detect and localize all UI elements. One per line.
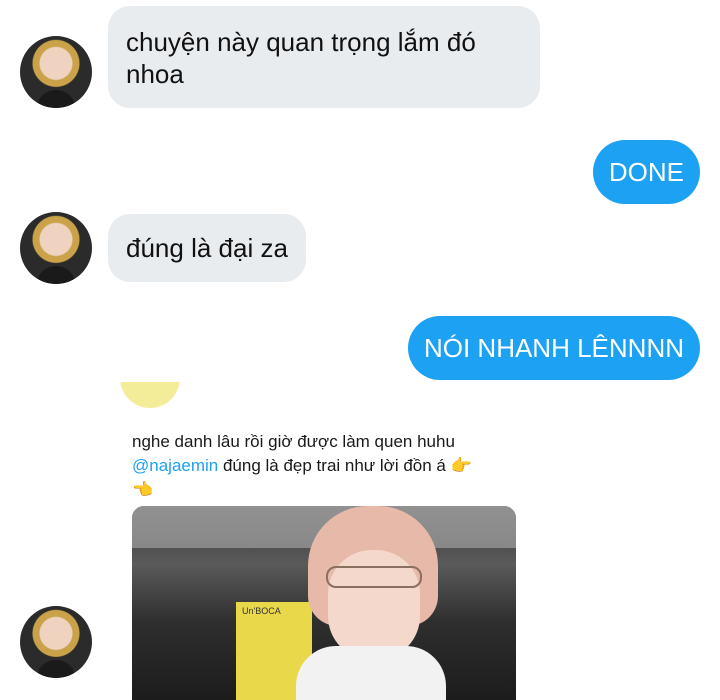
avatar-shirt — [36, 266, 76, 284]
outgoing-message[interactable]: NÓI NHANH LÊNNNN — [407, 316, 700, 380]
tweet-mention-link[interactable]: @najaemin — [132, 456, 218, 475]
message-text: đúng là đại za — [126, 233, 288, 263]
shared-tweet-card[interactable]: nghe danh lâu rồi giờ được làm quen huhu… — [108, 382, 528, 700]
message-text: NÓI NHANH LÊNNNN — [423, 333, 684, 363]
tweet-text: nghe danh lâu rồi giờ được làm quen huhu… — [132, 430, 522, 502]
message-text: DONE — [608, 157, 684, 187]
incoming-message[interactable]: chuyện này quan trọng lắm đó nhoa — [108, 6, 540, 108]
photo-person-shirt — [296, 646, 446, 700]
contact-avatar[interactable] — [20, 212, 92, 284]
contact-avatar[interactable] — [20, 606, 92, 678]
avatar-shirt — [36, 90, 76, 108]
tweet-text-end: đúng là đẹp trai như lời đồn á 👉 — [218, 456, 472, 475]
avatar-shirt — [36, 660, 76, 678]
incoming-message[interactable]: đúng là đại za — [108, 214, 306, 282]
photo-poster-text: Un'BOCA — [242, 606, 281, 616]
tweet-photo[interactable]: Un'BOCA — [132, 506, 516, 700]
contact-avatar[interactable] — [20, 36, 92, 108]
message-text: chuyện này quan trọng lắm đó nhoa — [126, 27, 476, 89]
photo-glasses — [326, 566, 422, 588]
tweet-text-start: nghe danh lâu rồi giờ được làm quen huhu — [132, 432, 455, 451]
tweet-author-avatar — [120, 382, 180, 408]
tweet-text-emoji: 👈 — [132, 480, 154, 499]
outgoing-message[interactable]: DONE — [592, 140, 700, 204]
